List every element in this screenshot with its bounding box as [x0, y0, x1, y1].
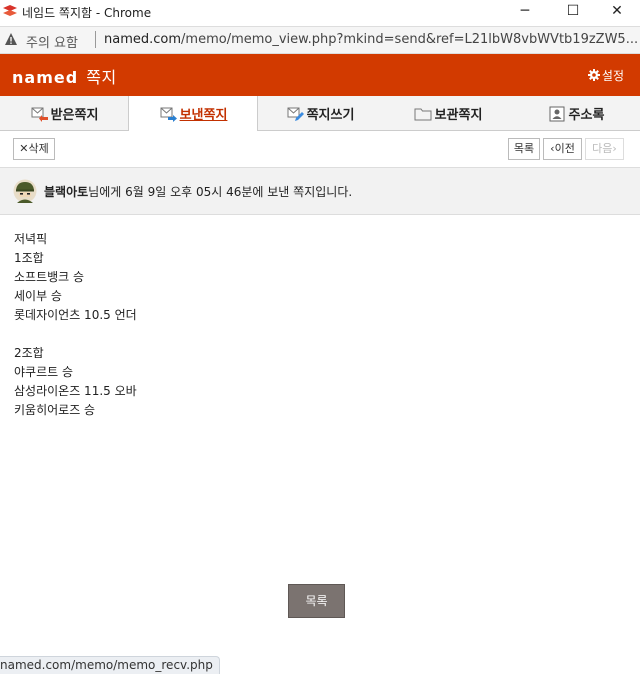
message-toolbar: ✕삭제 목록 ‹이전 다음› [0, 131, 640, 168]
settings-label: 설정 [601, 69, 624, 83]
gear-icon [587, 69, 600, 81]
brand[interactable]: named 쪽지 [12, 64, 117, 88]
status-bar-url: named.com/memo/memo_recv.php [0, 656, 220, 674]
memo-tabs: 받은쪽지 보낸쪽지 쪽지쓰기 보관쪽지 주소록 [0, 96, 640, 131]
message-line: 2조합 [14, 346, 44, 360]
message-line: 롯데자이언츠 10.5 언더 [14, 308, 137, 322]
memo-header: named 쪽지 설정 [0, 54, 640, 96]
tab-inbox[interactable]: 받은쪽지 [0, 96, 128, 130]
address-separator [95, 31, 96, 48]
tab-sent-label: 보낸쪽지 [179, 108, 228, 123]
delete-button[interactable]: ✕삭제 [13, 138, 55, 160]
url-host: named.com [104, 32, 182, 47]
message-line [14, 325, 137, 344]
message-body: 저녁픽 1조합 소프트뱅크 승 세이부 승 롯데자이언츠 10.5 언더 2조합… [14, 230, 137, 420]
compose-icon [287, 107, 304, 121]
sent-mail-icon [160, 107, 177, 122]
contacts-icon [549, 106, 565, 122]
window-title: 네임드 쪽지함 - Chrome [22, 6, 152, 20]
next-button[interactable]: 다음› [585, 138, 624, 160]
message-meta: 님에게 6월 9일 오후 05시 46분에 보낸 쪽지입니다. [88, 185, 353, 199]
maximize-button[interactable]: ☐ [550, 0, 596, 24]
message-line: 야쿠르트 승 [14, 365, 74, 379]
folder-icon [414, 108, 432, 121]
warning-icon[interactable] [4, 32, 18, 46]
tab-contacts[interactable]: 주소록 [512, 96, 640, 130]
named-logo-icon [3, 5, 17, 16]
address-bar[interactable]: 주의 요함 named.com/memo/memo_view.php?mkind… [0, 26, 640, 54]
avatar[interactable] [13, 179, 37, 203]
url-text[interactable]: named.com/memo/memo_view.php?mkind=send&… [104, 32, 638, 47]
brand-logo: named [12, 68, 79, 87]
window-titlebar: 네임드 쪽지함 - Chrome ─ ☐ ✕ [0, 0, 640, 24]
prev-button[interactable]: ‹이전 [543, 138, 582, 160]
message-line: 키움히어로즈 승 [14, 403, 96, 417]
list-button-bottom[interactable]: 목록 [288, 584, 345, 618]
minimize-button[interactable]: ─ [502, 0, 548, 24]
message-line: 삼성라이온즈 11.5 오바 [14, 384, 137, 398]
brand-sub: 쪽지 [86, 68, 117, 87]
close-button[interactable]: ✕ [594, 0, 640, 24]
url-path: /memo/memo_view.php?mkind=send&ref=L21lb… [181, 32, 639, 47]
inbox-mail-icon [31, 107, 48, 122]
tab-archive[interactable]: 보관쪽지 [384, 96, 512, 130]
message-info-bar: 블랙아토님에게 6월 9일 오후 05시 46분에 보낸 쪽지입니다. [0, 168, 640, 215]
tab-contacts-label: 주소록 [568, 108, 605, 123]
message-line: 저녁픽 [14, 232, 48, 246]
tab-compose-label: 쪽지쓰기 [306, 108, 355, 123]
message-info: 블랙아토님에게 6월 9일 오후 05시 46분에 보낸 쪽지입니다. [44, 183, 352, 200]
message-line: 소프트뱅크 승 [14, 270, 85, 284]
recipient-name[interactable]: 블랙아토 [44, 185, 88, 199]
security-label[interactable]: 주의 요함 [26, 32, 78, 51]
settings-button[interactable]: 설정 [587, 67, 624, 84]
message-line: 세이부 승 [14, 289, 62, 303]
tab-archive-label: 보관쪽지 [434, 108, 483, 123]
tab-compose[interactable]: 쪽지쓰기 [256, 96, 384, 130]
tab-sent[interactable]: 보낸쪽지 [128, 96, 258, 131]
tab-inbox-label: 받은쪽지 [50, 108, 99, 123]
list-button-top[interactable]: 목록 [508, 138, 540, 160]
message-line: 1조합 [14, 251, 44, 265]
